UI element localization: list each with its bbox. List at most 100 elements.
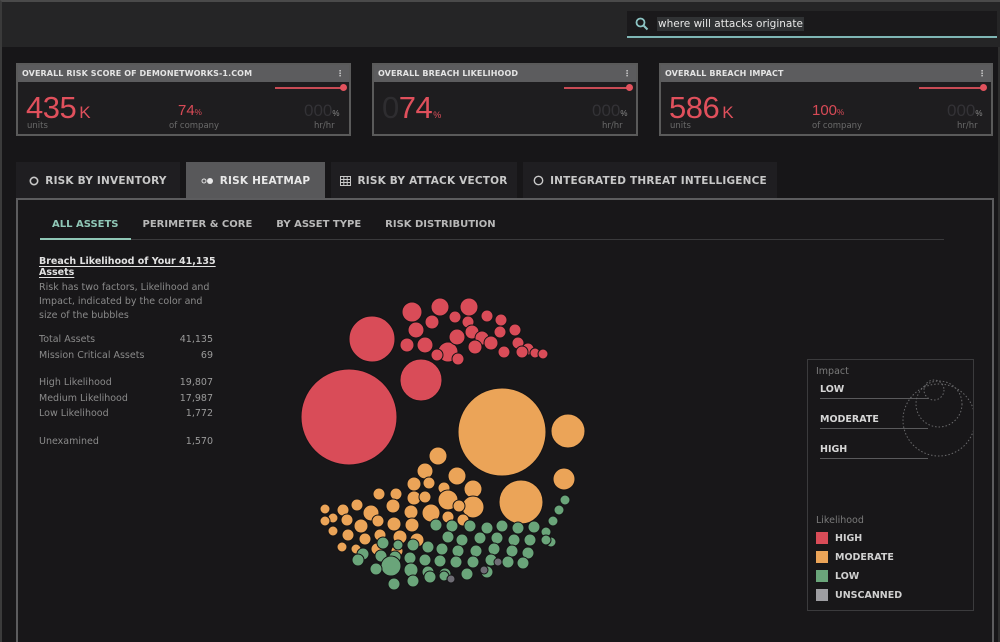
bubble-low[interactable] bbox=[406, 574, 420, 588]
search-field[interactable]: where will attacks originate bbox=[627, 11, 997, 38]
bubble-low[interactable] bbox=[433, 554, 447, 568]
bubble-moderate[interactable] bbox=[463, 479, 483, 499]
bubble-moderate[interactable] bbox=[353, 518, 369, 534]
bubble-unscanned[interactable] bbox=[479, 565, 489, 575]
bubble-low[interactable] bbox=[495, 519, 509, 533]
bubble-moderate[interactable] bbox=[327, 525, 339, 537]
bubble-low[interactable] bbox=[540, 534, 552, 546]
bubble-high[interactable] bbox=[430, 348, 444, 362]
bubble-low[interactable] bbox=[392, 539, 404, 551]
bubble-high[interactable] bbox=[508, 323, 522, 337]
bubble-moderate[interactable] bbox=[340, 513, 354, 527]
bubble-low[interactable] bbox=[527, 520, 541, 534]
bubble-high[interactable] bbox=[430, 297, 450, 317]
bubble-low[interactable] bbox=[473, 531, 487, 545]
bubble-moderate[interactable] bbox=[404, 517, 420, 533]
search-input[interactable]: where will attacks originate bbox=[657, 16, 804, 31]
bubble-low[interactable] bbox=[376, 536, 390, 550]
bubble-moderate[interactable] bbox=[358, 532, 372, 546]
bubble-low[interactable] bbox=[418, 553, 432, 567]
bubble-moderate[interactable] bbox=[385, 498, 401, 514]
bubble-low[interactable] bbox=[553, 504, 565, 516]
kpi-slider-handle[interactable] bbox=[980, 84, 987, 91]
bubble-low[interactable] bbox=[505, 544, 519, 558]
kebab-menu-icon[interactable]: ⋮ bbox=[978, 69, 986, 78]
bubble-low[interactable] bbox=[421, 540, 435, 554]
kebab-menu-icon[interactable]: ⋮ bbox=[623, 69, 631, 78]
tab-risk-by-inventory[interactable]: RISK BY INVENTORY bbox=[16, 162, 180, 199]
bubble-moderate[interactable] bbox=[418, 490, 432, 504]
bubble-moderate[interactable] bbox=[422, 476, 436, 490]
bubble-low[interactable] bbox=[351, 553, 365, 567]
bubble-high[interactable] bbox=[448, 310, 462, 324]
bubble-low[interactable] bbox=[369, 562, 383, 576]
bubble-high[interactable] bbox=[459, 297, 479, 317]
bubble-high[interactable] bbox=[480, 309, 494, 323]
bubble-unscanned[interactable] bbox=[446, 574, 456, 584]
bubble-moderate[interactable] bbox=[350, 498, 364, 512]
bubble-low[interactable] bbox=[445, 519, 459, 533]
kpi-slider-handle[interactable] bbox=[626, 84, 633, 91]
bubble-moderate[interactable] bbox=[341, 528, 355, 542]
bubble-low[interactable] bbox=[463, 519, 477, 533]
kpi-slider-handle[interactable] bbox=[340, 84, 347, 91]
bubble-high[interactable] bbox=[515, 345, 529, 359]
bubble-low[interactable] bbox=[523, 533, 537, 547]
bubble-moderate[interactable] bbox=[319, 503, 331, 515]
bubble-moderate[interactable] bbox=[447, 466, 467, 486]
bubble-moderate[interactable] bbox=[389, 487, 403, 501]
bubble-moderate[interactable] bbox=[336, 541, 348, 553]
bubble-low[interactable] bbox=[490, 531, 504, 545]
kpi-slider-track[interactable] bbox=[919, 87, 984, 89]
bubble-low[interactable] bbox=[460, 567, 474, 581]
bubble-high[interactable] bbox=[467, 339, 483, 355]
kpi-slider-track[interactable] bbox=[564, 87, 629, 89]
bubble-low[interactable] bbox=[429, 518, 443, 532]
bubble-moderate[interactable] bbox=[428, 446, 448, 466]
bubble-moderate[interactable] bbox=[372, 487, 386, 501]
bubble-high[interactable] bbox=[494, 313, 508, 327]
bubble-low[interactable] bbox=[516, 556, 530, 570]
bubble-moderate[interactable] bbox=[550, 413, 586, 449]
bubble-low[interactable] bbox=[423, 570, 437, 584]
bubble-high[interactable] bbox=[401, 301, 423, 323]
bubble-high[interactable] bbox=[483, 335, 499, 351]
bubble-moderate[interactable] bbox=[406, 476, 422, 492]
tab-risk-by-attack-vector[interactable]: RISK BY ATTACK VECTOR bbox=[331, 162, 517, 199]
bubble-high[interactable] bbox=[451, 352, 465, 366]
bubble-low[interactable] bbox=[435, 542, 449, 556]
kpi-slider-track[interactable] bbox=[275, 87, 343, 89]
bubble-moderate[interactable] bbox=[319, 515, 331, 527]
bubble-high[interactable] bbox=[300, 368, 398, 466]
bubble-low[interactable] bbox=[441, 530, 455, 544]
bubble-low[interactable] bbox=[403, 551, 417, 565]
bubble-moderate[interactable] bbox=[403, 504, 419, 520]
bubble-high[interactable] bbox=[448, 328, 466, 346]
bubble-high[interactable] bbox=[407, 321, 425, 339]
tab-risk-heatmap[interactable]: RISK HEATMAP bbox=[186, 162, 325, 199]
bubble-low[interactable] bbox=[387, 577, 401, 591]
bubble-high[interactable] bbox=[399, 358, 443, 402]
kebab-menu-icon[interactable]: ⋮ bbox=[336, 69, 344, 78]
bubble-moderate[interactable] bbox=[452, 499, 466, 513]
bubble-moderate[interactable] bbox=[552, 467, 576, 491]
bubble-moderate[interactable] bbox=[498, 479, 544, 525]
bubble-high[interactable] bbox=[493, 325, 507, 339]
tab-integrated-threat-intelligence[interactable]: INTEGRATED THREAT INTELLIGENCE bbox=[523, 162, 777, 199]
bubble-low[interactable] bbox=[507, 533, 521, 547]
bubble-low[interactable] bbox=[380, 555, 402, 577]
bubble-high[interactable] bbox=[416, 336, 434, 354]
bubble-low[interactable] bbox=[559, 494, 571, 506]
bubble-low[interactable] bbox=[547, 515, 559, 527]
bubble-moderate[interactable] bbox=[371, 514, 385, 528]
bubble-moderate[interactable] bbox=[416, 462, 434, 480]
bubble-low[interactable] bbox=[449, 555, 463, 569]
bubble-low[interactable] bbox=[511, 521, 525, 535]
bubble-low[interactable] bbox=[469, 544, 483, 558]
bubble-low[interactable] bbox=[406, 538, 420, 552]
bubble-moderate[interactable] bbox=[386, 516, 402, 532]
bubble-high[interactable] bbox=[399, 337, 415, 353]
bubble-low[interactable] bbox=[466, 555, 480, 569]
bubble-moderate[interactable] bbox=[457, 387, 547, 477]
bubble-unscanned[interactable] bbox=[493, 557, 503, 567]
